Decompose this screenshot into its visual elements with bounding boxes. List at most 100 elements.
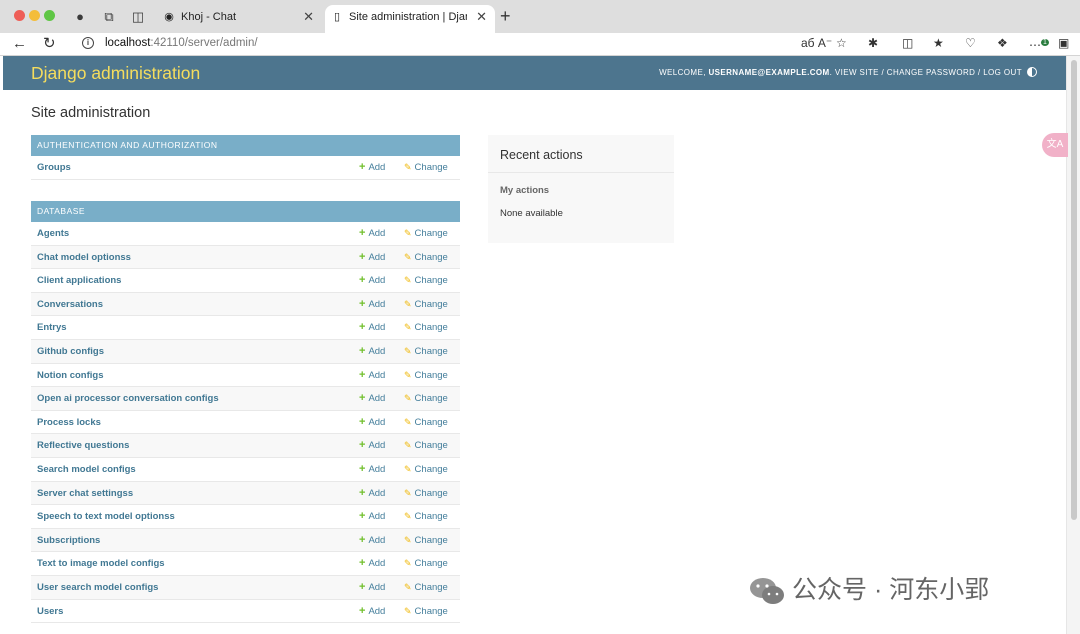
add-link[interactable]: + Add — [359, 246, 385, 269]
change-link[interactable]: ✎ Change — [404, 576, 448, 599]
favorite-star-icon[interactable]: ☆ — [836, 35, 847, 51]
add-link[interactable]: + Add — [359, 269, 385, 292]
model-link[interactable]: Groups — [37, 156, 71, 179]
change-link[interactable]: ✎ Change — [404, 505, 448, 528]
maximize-window-button[interactable] — [44, 10, 55, 21]
none-available-text: None available — [500, 208, 563, 219]
add-link[interactable]: + Add — [359, 293, 385, 316]
browser-essentials-icon[interactable]: ♡ — [965, 35, 976, 51]
add-link[interactable]: + Add — [359, 600, 385, 623]
module-caption[interactable]: DATABASE — [31, 201, 460, 222]
plus-icon: + — [359, 392, 366, 405]
model-link[interactable]: Process locks — [37, 411, 101, 434]
add-link[interactable]: + Add — [359, 340, 385, 363]
tab-title: Khoj - Chat — [181, 11, 237, 23]
model-link[interactable]: Github configs — [37, 340, 104, 363]
change-link[interactable]: ✎ Change — [404, 293, 448, 316]
minimize-window-button[interactable] — [29, 10, 40, 21]
add-link[interactable]: + Add — [359, 222, 385, 245]
log-out-link[interactable]: LOG OUT — [983, 68, 1022, 77]
new-tab-button[interactable]: + — [500, 6, 511, 26]
sidebar-toggle-icon[interactable]: ▣ — [1058, 35, 1069, 51]
site-brand[interactable]: Django administration — [31, 63, 200, 84]
change-link[interactable]: ✎ Change — [404, 364, 448, 387]
model-link[interactable]: Notion configs — [37, 364, 104, 387]
model-link[interactable]: Users — [37, 600, 63, 623]
change-label: Change — [414, 558, 448, 570]
add-link[interactable]: + Add — [359, 156, 385, 179]
change-link[interactable]: ✎ Change — [404, 246, 448, 269]
change-link[interactable]: ✎ Change — [404, 482, 448, 505]
tab-site-administration[interactable]: ▯ Site administration | Django site admi… — [325, 5, 495, 33]
close-tab-icon[interactable]: ✕ — [303, 5, 314, 29]
add-link[interactable]: + Add — [359, 316, 385, 339]
model-link[interactable]: Client applications — [37, 269, 121, 292]
recent-actions-title: Recent actions — [488, 135, 674, 173]
change-link[interactable]: ✎ Change — [404, 600, 448, 623]
model-link[interactable]: Entrys — [37, 316, 67, 339]
model-row-client-applications: Client applications + Add ✎ Change — [31, 269, 460, 293]
add-label: Add — [368, 162, 386, 173]
separator: / — [975, 68, 984, 77]
change-label: Change — [414, 345, 448, 357]
page-scrollbar[interactable] — [1066, 56, 1080, 634]
scrollbar-thumb[interactable] — [1071, 60, 1077, 520]
theme-toggle-icon[interactable] — [1027, 67, 1037, 77]
favorites-icon[interactable]: ★ — [933, 35, 944, 51]
add-link[interactable]: + Add — [359, 482, 385, 505]
change-password-link[interactable]: CHANGE PASSWORD — [887, 68, 976, 77]
add-link[interactable]: + Add — [359, 411, 385, 434]
translate-icon[interactable]: 文A — [1042, 133, 1068, 157]
model-link[interactable]: Search model configs — [37, 458, 136, 481]
model-link[interactable]: Open ai processor conversation configs — [37, 387, 219, 410]
back-arrow-icon[interactable]: ← — [12, 34, 27, 54]
add-link[interactable]: + Add — [359, 529, 385, 552]
add-link[interactable]: + Add — [359, 364, 385, 387]
change-link[interactable]: ✎ Change — [404, 156, 448, 179]
change-link[interactable]: ✎ Change — [404, 434, 448, 457]
split-screen-icon[interactable]: ◫ — [902, 35, 913, 51]
reload-icon[interactable]: ↻ — [43, 34, 56, 54]
sidebar-tabs-icon[interactable]: ◫ — [130, 9, 146, 25]
change-link[interactable]: ✎ Change — [404, 316, 448, 339]
add-link[interactable]: + Add — [359, 552, 385, 575]
model-link[interactable]: Conversations — [37, 293, 103, 316]
view-site-link[interactable]: VIEW SITE — [835, 68, 879, 77]
add-link[interactable]: + Add — [359, 434, 385, 457]
change-link[interactable]: ✎ Change — [404, 387, 448, 410]
change-link[interactable]: ✎ Change — [404, 458, 448, 481]
change-link[interactable]: ✎ Change — [404, 340, 448, 363]
model-link[interactable]: Speech to text model optionss — [37, 505, 175, 528]
pencil-icon: ✎ — [404, 487, 412, 498]
change-link[interactable]: ✎ Change — [404, 222, 448, 245]
model-link[interactable]: Subscriptions — [37, 529, 100, 552]
extensions-icon[interactable]: ✱ — [868, 35, 878, 51]
close-tab-icon[interactable]: ✕ — [476, 5, 487, 29]
model-link[interactable]: User search model configs — [37, 576, 158, 599]
workspaces-icon[interactable]: ⧉ — [101, 9, 117, 25]
more-menu-icon[interactable]: ⋯ 1 — [1029, 35, 1049, 53]
tab-khoj-chat[interactable]: ◉ Khoj - Chat ✕ — [157, 5, 322, 33]
change-link[interactable]: ✎ Change — [404, 411, 448, 434]
profile-icon[interactable]: ● — [72, 9, 88, 25]
change-link[interactable]: ✎ Change — [404, 269, 448, 292]
model-link[interactable]: Server chat settingss — [37, 482, 133, 505]
close-window-button[interactable] — [14, 10, 25, 21]
change-link[interactable]: ✎ Change — [404, 529, 448, 552]
model-link[interactable]: Reflective questions — [37, 434, 129, 457]
add-link[interactable]: + Add — [359, 387, 385, 410]
add-link[interactable]: + Add — [359, 576, 385, 599]
site-info-icon[interactable]: i — [82, 37, 94, 49]
url-bar[interactable]: i localhost:42110/server/admin/ — [72, 33, 862, 54]
change-label: Change — [414, 605, 448, 617]
add-link[interactable]: + Add — [359, 458, 385, 481]
change-link[interactable]: ✎ Change — [404, 552, 448, 575]
model-link[interactable]: Chat model optionss — [37, 246, 131, 269]
model-link[interactable]: Text to image model configs — [37, 552, 165, 575]
model-link[interactable]: Agents — [37, 222, 69, 245]
add-link[interactable]: + Add — [359, 505, 385, 528]
plus-icon: + — [359, 250, 366, 263]
collections-icon[interactable]: ❖ — [997, 35, 1008, 51]
module-caption[interactable]: AUTHENTICATION AND AUTHORIZATION — [31, 135, 460, 156]
read-aloud-icon[interactable]: aб A⁻ — [801, 35, 832, 51]
